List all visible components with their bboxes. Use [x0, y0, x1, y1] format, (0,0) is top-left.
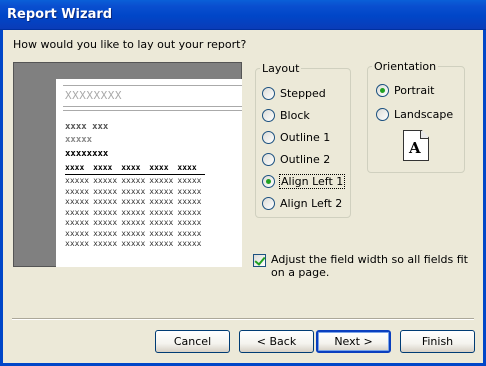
button-separator	[12, 318, 474, 320]
preview-cell: xxxxx	[121, 218, 146, 227]
preview-cell: xxxxx	[65, 218, 90, 227]
preview-table-body: xxxxx xxxxx xxxxx xxxxx xxxxx xxxxx xxxxx xxxxx…	[65, 175, 205, 249]
orientation-legend: Orientation	[374, 60, 437, 73]
preview-cell: xxxxx	[121, 228, 146, 238]
adjust-width-label: Adjust the field width so all fields fit…	[271, 253, 468, 279]
preview-row: xxxxx xxxxx xxxxx xxxxx xxxxx	[65, 175, 205, 186]
preview-cell: xxxxx	[93, 218, 118, 227]
radio-button[interactable]	[262, 108, 275, 122]
layout-option-label: Outline 2	[280, 152, 331, 166]
next-button[interactable]: Next >	[316, 330, 391, 353]
layout-option-outline-2[interactable]: Outline 2	[262, 151, 331, 167]
preview-cell: xxxxx	[149, 186, 174, 196]
layout-option-outline-1[interactable]: Outline 1	[262, 129, 331, 145]
preview-group-1: xxxx xxx	[65, 122, 109, 132]
preview-cell: xxxxx	[93, 207, 118, 217]
preview-row: xxxxx xxxxx xxxxx xxxxx xxxxx	[65, 207, 205, 218]
preview-row: xxxxx xxxxx xxxxx xxxxx xxxxx	[65, 186, 205, 197]
portrait-page-icon: A	[403, 130, 429, 161]
layout-preview: XXXXXXXX xxxx xxx xxxxx xxxxxxxx xxxx xx…	[13, 62, 242, 267]
radio-button[interactable]	[262, 130, 275, 144]
layout-option-align-left-2[interactable]: Align Left 2	[262, 195, 343, 211]
window-title: Report Wizard	[7, 7, 113, 22]
preview-cell: xxxxx	[65, 239, 90, 248]
layout-option-label: Block	[280, 108, 310, 122]
preview-group-2: xxxxx	[65, 135, 93, 145]
orientation-option-landscape[interactable]: Landscape	[376, 106, 454, 122]
preview-header-cell: xxxx	[93, 163, 122, 175]
preview-table: xxxx xxxx xxxx xxxx xxxx xxxxx xxxxx xxxxx…	[65, 163, 206, 249]
preview-cell: xxxxx	[177, 176, 202, 185]
layout-option-label: Stepped	[280, 86, 326, 100]
finish-button[interactable]: Finish	[400, 330, 475, 353]
preview-cell: xxxxx	[93, 197, 118, 206]
preview-cell: xxxxx	[65, 176, 90, 185]
preview-cell: xxxxx	[93, 186, 118, 196]
preview-cell: xxxxx	[121, 239, 146, 248]
preview-cell: xxxxx	[121, 176, 146, 185]
radio-button[interactable]	[376, 107, 389, 121]
orientation-option-label: Landscape	[394, 107, 454, 121]
back-button[interactable]: < Back	[239, 330, 314, 353]
preview-cell: xxxxx	[177, 197, 202, 206]
preview-cell: xxxxx	[177, 207, 202, 217]
layout-option-label: Align Left 2	[280, 196, 343, 210]
preview-cell: xxxxx	[93, 239, 118, 248]
preview-cell: xxxxx	[149, 207, 174, 217]
preview-cell: xxxxx	[65, 186, 90, 196]
preview-cell: xxxxx	[121, 186, 146, 196]
preview-rule	[63, 106, 242, 107]
preview-rule	[63, 85, 242, 86]
preview-cell: xxxxx	[121, 197, 146, 206]
preview-cell: xxxxx	[177, 228, 202, 238]
radio-button[interactable]	[262, 152, 275, 166]
preview-cell: xxxxx	[149, 197, 174, 206]
preview-row: xxxxx xxxxx xxxxx xxxxx xxxxx	[65, 217, 205, 228]
layout-legend: Layout	[262, 62, 300, 75]
preview-cell: xxxxx	[149, 239, 174, 248]
radio-button-selected[interactable]	[262, 174, 275, 188]
radio-button[interactable]	[262, 86, 275, 100]
preview-header-row: xxxx xxxx xxxx xxxx xxxx	[65, 163, 206, 175]
preview-header-cell: xxxx	[65, 163, 94, 175]
page-letter: A	[409, 139, 421, 157]
preview-cell: xxxxx	[149, 228, 174, 238]
preview-cell: xxxxx	[93, 228, 118, 238]
preview-row: xxxxx xxxxx xxxxx xxxxx xxxxx	[65, 196, 205, 207]
preview-cell: xxxxx	[65, 197, 90, 206]
layout-option-block[interactable]: Block	[262, 107, 311, 123]
orientation-option-portrait[interactable]: Portrait	[376, 82, 435, 98]
preview-row: xxxxx xxxxx xxxxx xxxxx xxxxx	[65, 238, 205, 249]
preview-cell: xxxxx	[65, 207, 90, 217]
preview-group-3: xxxxxxxx	[65, 149, 109, 159]
title-bar[interactable]: Report Wizard	[0, 0, 486, 30]
preview-cell: xxxxx	[177, 239, 202, 248]
preview-title: XXXXXXXX	[65, 89, 122, 102]
preview-cell: xxxxx	[149, 176, 174, 185]
question-text: How would you like to lay out your repor…	[13, 38, 247, 51]
preview-header-cell: xxxx	[121, 163, 150, 175]
layout-option-align-left-1[interactable]: Align Left 1	[262, 173, 346, 189]
preview-header-cell: xxxx	[149, 163, 178, 175]
preview-page: XXXXXXXX xxxx xxx xxxxx xxxxxxxx xxxx xx…	[56, 79, 242, 267]
preview-cell: xxxxx	[177, 218, 202, 227]
preview-rule	[63, 110, 242, 111]
preview-cell: xxxxx	[65, 228, 90, 238]
orientation-option-label: Portrait	[394, 83, 435, 97]
preview-header-cell: xxxx	[177, 163, 206, 175]
preview-cell: xxxxx	[149, 218, 174, 227]
adjust-width-checkbox[interactable]	[253, 254, 266, 267]
preview-cell: xxxxx	[121, 207, 146, 217]
preview-cell: xxxxx	[177, 186, 202, 196]
cancel-button[interactable]: Cancel	[155, 330, 230, 353]
layout-option-stepped[interactable]: Stepped	[262, 85, 327, 101]
radio-button[interactable]	[262, 196, 275, 210]
layout-option-label: Outline 1	[280, 130, 331, 144]
radio-button-selected[interactable]	[376, 83, 389, 97]
preview-cell: xxxxx	[93, 176, 118, 185]
adjust-width-option[interactable]: Adjust the field width so all fields fit…	[253, 253, 473, 279]
preview-row: xxxxx xxxxx xxxxx xxxxx xxxxx	[65, 228, 205, 239]
layout-option-label: Align Left 1	[279, 173, 346, 189]
